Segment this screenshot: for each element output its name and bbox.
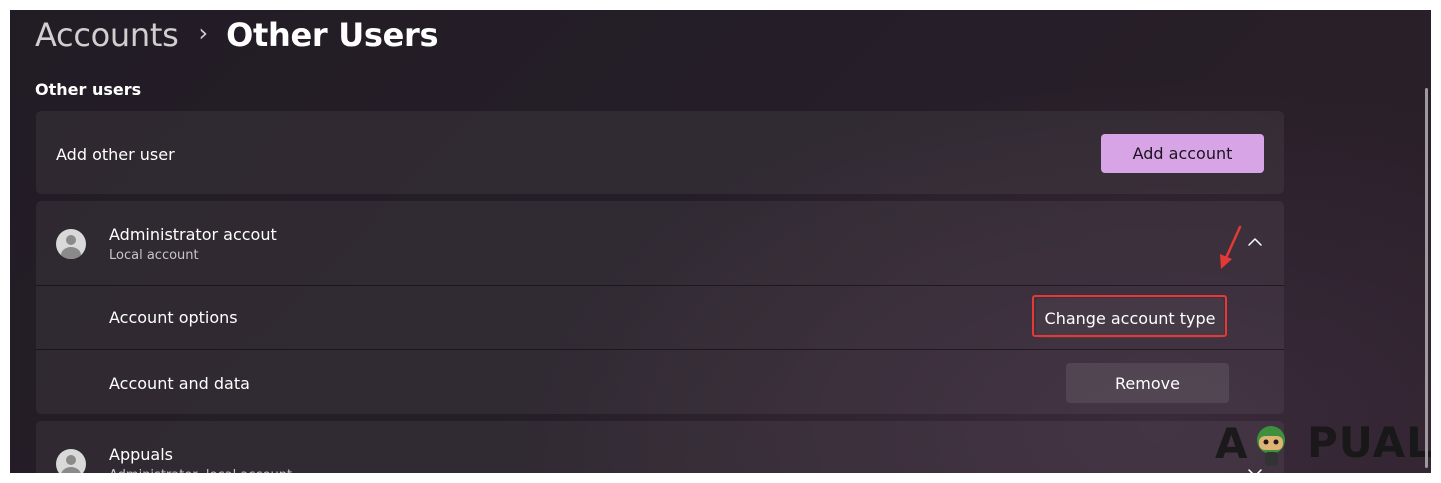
user-avatar-icon: [56, 449, 86, 473]
annotation-arrow-icon: [1220, 225, 1242, 269]
administrator-account-type: Local account: [109, 248, 199, 263]
user-avatar-icon: [56, 229, 86, 259]
add-other-user-label: Add other user: [56, 145, 175, 164]
page-title: Other Users: [226, 16, 439, 54]
add-other-user-card: Add other user Add account: [36, 111, 1284, 194]
appuals-watermark: A PUALS: [1215, 414, 1431, 470]
add-account-button[interactable]: Add account: [1101, 134, 1264, 173]
account-and-data-label: Account and data: [109, 374, 250, 393]
section-title-other-users: Other users: [35, 80, 142, 99]
chevron-up-icon[interactable]: [1245, 232, 1265, 252]
remove-button[interactable]: Remove: [1066, 363, 1229, 403]
breadcrumb-chevron-icon: ›: [198, 19, 209, 47]
administrator-account-name: Administrator accout: [109, 225, 277, 244]
account-options-label: Account options: [109, 308, 238, 327]
account-options-row: Account options Change account type: [36, 286, 1284, 349]
annotation-highlight-box: [1032, 295, 1227, 337]
appuals-account-name: Appuals: [109, 445, 173, 464]
administrator-account-header[interactable]: Administrator accout Local account: [36, 201, 1284, 285]
appuals-account-type: Administrator, local account: [109, 468, 292, 473]
svg-text:A: A: [1215, 419, 1249, 468]
administrator-account-card: Administrator accout Local account Accou…: [36, 201, 1284, 414]
scrollbar[interactable]: [1425, 88, 1428, 468]
account-and-data-row: Account and data Remove: [36, 350, 1284, 414]
settings-window: Accounts › Other Users Other users Add o…: [10, 10, 1431, 473]
appuals-account-card[interactable]: Appuals Administrator, local account: [36, 421, 1284, 473]
breadcrumb-accounts-link[interactable]: Accounts: [35, 16, 179, 54]
breadcrumb: Accounts › Other Users: [35, 13, 439, 57]
appuals-logo-icon: A: [1215, 419, 1285, 468]
